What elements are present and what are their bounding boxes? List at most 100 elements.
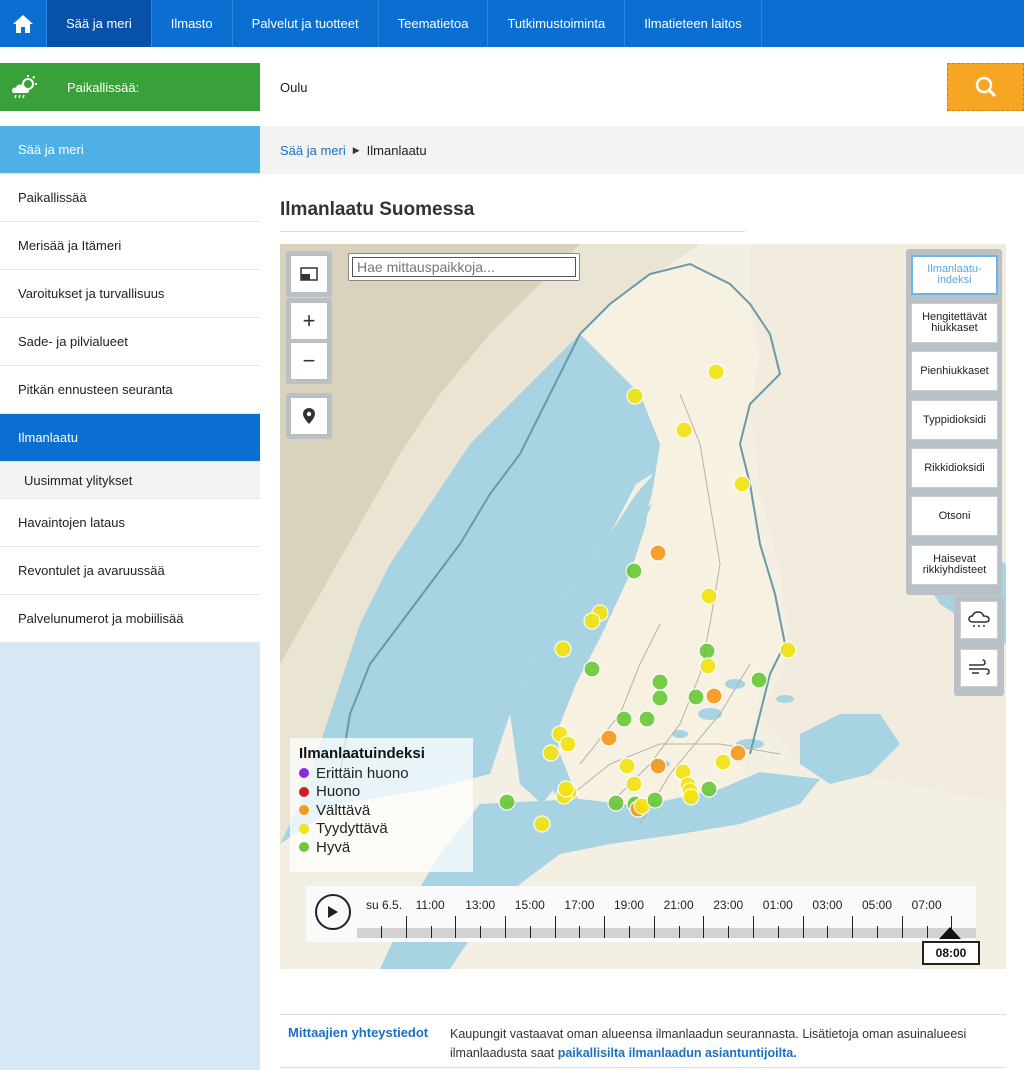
station-marker[interactable]: [705, 687, 723, 705]
time-tick: [554, 916, 556, 938]
time-tick: [381, 926, 382, 938]
page-title: Ilmanlaatu Suomessa: [280, 199, 475, 220]
legend-label: Erittäin huono: [316, 764, 409, 782]
local-weather-bar: Paikallissää:: [0, 63, 1024, 111]
station-marker[interactable]: [733, 475, 751, 493]
station-marker[interactable]: [700, 587, 718, 605]
play-button[interactable]: [315, 894, 351, 930]
time-tick: [678, 926, 680, 938]
station-marker[interactable]: [557, 780, 575, 798]
station-marker[interactable]: [687, 688, 705, 706]
local-experts-link[interactable]: paikallisilta ilmanlaadun asiantuntijoil…: [558, 1046, 797, 1060]
station-marker[interactable]: [615, 710, 633, 728]
time-tick: [579, 926, 581, 938]
sidebar-item-revontulet[interactable]: Revontulet ja avaruussää: [0, 547, 260, 595]
time-tick: [926, 926, 928, 938]
local-weather-label-box: Paikallissää:: [0, 63, 260, 111]
station-marker[interactable]: [698, 642, 716, 660]
station-marker[interactable]: [750, 671, 768, 689]
time-label: 01:00: [762, 898, 793, 912]
time-tick: [827, 926, 829, 938]
sidebar: Sää ja meri Paikallissää Merisää ja Itäm…: [0, 126, 260, 1070]
legend-item: Välttävä: [299, 801, 464, 820]
sidebar-item-pitkan-ennusteen[interactable]: Pitkän ennusteen seuranta: [0, 366, 260, 414]
legend-dot-icon: [299, 786, 309, 797]
station-marker[interactable]: [625, 562, 643, 580]
station-marker[interactable]: [542, 744, 560, 762]
search-icon: [975, 76, 996, 98]
time-label: su 6.5.: [366, 898, 403, 912]
breadcrumb-link-parent[interactable]: Sää ja meri: [280, 143, 346, 158]
station-marker[interactable]: [498, 793, 516, 811]
time-tick: [802, 916, 804, 938]
station-marker[interactable]: [554, 640, 572, 658]
time-tick: [480, 926, 482, 938]
station-marker[interactable]: [626, 387, 644, 405]
sidebar-item-merisaa[interactable]: Merisää ja Itämeri: [0, 222, 260, 270]
sidebar-item-saa-ja-meri[interactable]: Sää ja meri: [0, 126, 260, 174]
station-marker[interactable]: [779, 641, 797, 659]
legend-item: Erittäin huono: [299, 764, 464, 783]
legend-dot-icon: [299, 768, 309, 779]
top-navigation: Sää ja meri Ilmasto Palvelut ja tuotteet…: [0, 0, 1024, 47]
station-marker[interactable]: [583, 660, 601, 678]
title-divider: [280, 231, 745, 232]
station-marker[interactable]: [729, 744, 747, 762]
station-marker[interactable]: [559, 735, 577, 753]
sidebar-item-varoitukset[interactable]: Varoitukset ja turvallisuus: [0, 270, 260, 318]
search-button[interactable]: [947, 63, 1024, 111]
time-label: 23:00: [713, 898, 744, 912]
time-label: 11:00: [415, 898, 445, 912]
station-marker[interactable]: [714, 753, 732, 771]
contact-info-text: Kaupungit vastaavat oman alueensa ilmanl…: [450, 1025, 990, 1063]
sidebar-item-sade[interactable]: Sade- ja pilvialueet: [0, 318, 260, 366]
station-marker[interactable]: [625, 775, 643, 793]
station-marker[interactable]: [651, 673, 669, 691]
time-slider-handle-icon[interactable]: [939, 927, 961, 939]
time-label: 17:00: [564, 898, 595, 912]
station-marker[interactable]: [649, 544, 667, 562]
nav-tutkimustoiminta[interactable]: Tutkimustoiminta: [488, 0, 626, 47]
time-label: 03:00: [812, 898, 843, 912]
station-marker[interactable]: [600, 729, 618, 747]
contact-info-heading[interactable]: Mittaajien yhteystiedot: [288, 1025, 428, 1040]
sidebar-item-paikallissaa[interactable]: Paikallissää: [0, 174, 260, 222]
station-marker[interactable]: [707, 363, 725, 381]
station-marker[interactable]: [675, 421, 693, 439]
nav-saa-ja-meri[interactable]: Sää ja meri: [47, 0, 152, 47]
time-label: 21:00: [663, 898, 694, 912]
station-marker[interactable]: [649, 757, 667, 775]
station-marker[interactable]: [638, 710, 656, 728]
legend-label: Hyvä: [316, 838, 351, 856]
map-legend: Ilmanlaatuindeksi Erittäin huono Huono Väl…: [290, 738, 473, 872]
station-marker[interactable]: [607, 794, 625, 812]
legend-item: Tyydyttävä: [299, 820, 464, 839]
local-weather-label: Paikallissää:: [67, 79, 140, 95]
nav-ilmasto[interactable]: Ilmasto: [152, 0, 233, 47]
time-slider-track[interactable]: [357, 928, 976, 938]
legend-dot-icon: [299, 823, 309, 834]
station-marker[interactable]: [699, 657, 717, 675]
station-marker[interactable]: [651, 689, 669, 707]
legend-item: Huono: [299, 783, 464, 802]
time-slider[interactable]: su 6.5. 11:00 13:00 15:00 17:00 19:00 21:00 23:…: [306, 886, 976, 942]
time-label: 15:00: [514, 898, 545, 912]
nav-palvelut[interactable]: Palvelut ja tuotteet: [233, 0, 379, 47]
station-marker[interactable]: [646, 791, 664, 809]
station-marker[interactable]: [583, 612, 601, 630]
nav-ilmatieteen-laitos[interactable]: Ilmatieteen laitos: [625, 0, 762, 47]
station-marker[interactable]: [533, 815, 551, 833]
air-quality-map[interactable]: + − Ilmanlaatu-indeksi Hengitettävät hiu…: [280, 244, 1006, 969]
weather-icon: [0, 63, 48, 111]
nav-teematietoa[interactable]: Teematietoa: [379, 0, 489, 47]
sidebar-subitem-uusimmat-ylitykset[interactable]: Uusimmat ylitykset: [0, 462, 260, 499]
station-marker[interactable]: [700, 780, 718, 798]
sidebar-item-havaintojen-lataus[interactable]: Havaintojen lataus: [0, 499, 260, 547]
sidebar-item-ilmanlaatu[interactable]: Ilmanlaatu: [0, 414, 260, 462]
sidebar-item-palvelunumerot[interactable]: Palvelunumerot ja mobiilisää: [0, 595, 260, 643]
home-button[interactable]: [0, 0, 47, 47]
local-weather-input[interactable]: [260, 63, 947, 111]
station-marker[interactable]: [618, 757, 636, 775]
station-marker[interactable]: [682, 788, 700, 806]
contact-info-row: Mittaajien yhteystiedot Kaupungit vastaa…: [280, 1014, 1006, 1068]
